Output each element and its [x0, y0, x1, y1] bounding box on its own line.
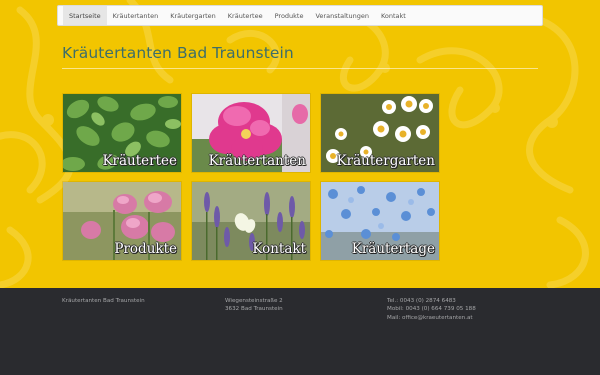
- tile-kraeutergarten[interactable]: Kräutergarten: [320, 93, 440, 173]
- title-divider: [62, 68, 538, 69]
- tile-kraeutertage[interactable]: Kräutertage: [320, 181, 440, 261]
- nav-item-kraeutertee[interactable]: Kräutertee: [222, 6, 269, 25]
- nav-item-produkte[interactable]: Produkte: [269, 6, 310, 25]
- footer-address: Wiegensteinstraße 2 3632 Bad Traunstein: [225, 297, 283, 314]
- tile-label: Kräutergarten: [336, 153, 435, 169]
- tile-kontakt[interactable]: Kontakt: [191, 181, 311, 261]
- tile-kraeutertee[interactable]: Kräutertee: [62, 93, 182, 173]
- tile-label: Kräutertage: [351, 241, 435, 257]
- footer-city: 3632 Bad Traunstein: [225, 306, 283, 313]
- footer-contact: Tel.: 0043 (0) 2874 6483 Mobil: 0043 (0)…: [387, 297, 476, 322]
- footer-brand: Kräutertanten Bad Traunstein: [62, 297, 145, 305]
- page-title: Kräutertanten Bad Traunstein: [62, 44, 294, 62]
- tile-produkte[interactable]: Produkte: [62, 181, 182, 261]
- tile-label: Kontakt: [252, 241, 306, 257]
- nav-item-kraeutertanten[interactable]: Kräutertanten: [107, 6, 165, 25]
- footer-mail-link[interactable]: Mail: office@kraeutertanten.at: [387, 314, 476, 322]
- nav-item-kontakt[interactable]: Kontakt: [375, 6, 412, 25]
- nav-item-kraeutergarten[interactable]: Kräutergarten: [164, 6, 222, 25]
- footer-street: Wiegensteinstraße 2: [225, 298, 283, 304]
- main-navbar: Startseite Kräutertanten Kräutergarten K…: [57, 5, 543, 26]
- tile-label: Kräutertanten: [208, 153, 306, 169]
- nav-item-startseite[interactable]: Startseite: [63, 6, 107, 25]
- tile-label: Produkte: [114, 241, 177, 257]
- footer: Kräutertanten Bad Traunstein Wiegenstein…: [0, 288, 600, 375]
- footer-name: Kräutertanten Bad Traunstein: [62, 298, 145, 304]
- footer-phone: Tel.: 0043 (0) 2874 6483: [387, 298, 456, 304]
- tile-label: Kräutertee: [102, 153, 177, 169]
- nav-item-veranstaltungen[interactable]: Veranstaltungen: [309, 6, 374, 25]
- footer-mobile: Mobil: 0043 (0) 664 739 05 188: [387, 306, 476, 313]
- tile-kraeutertanten[interactable]: Kräutertanten: [191, 93, 311, 173]
